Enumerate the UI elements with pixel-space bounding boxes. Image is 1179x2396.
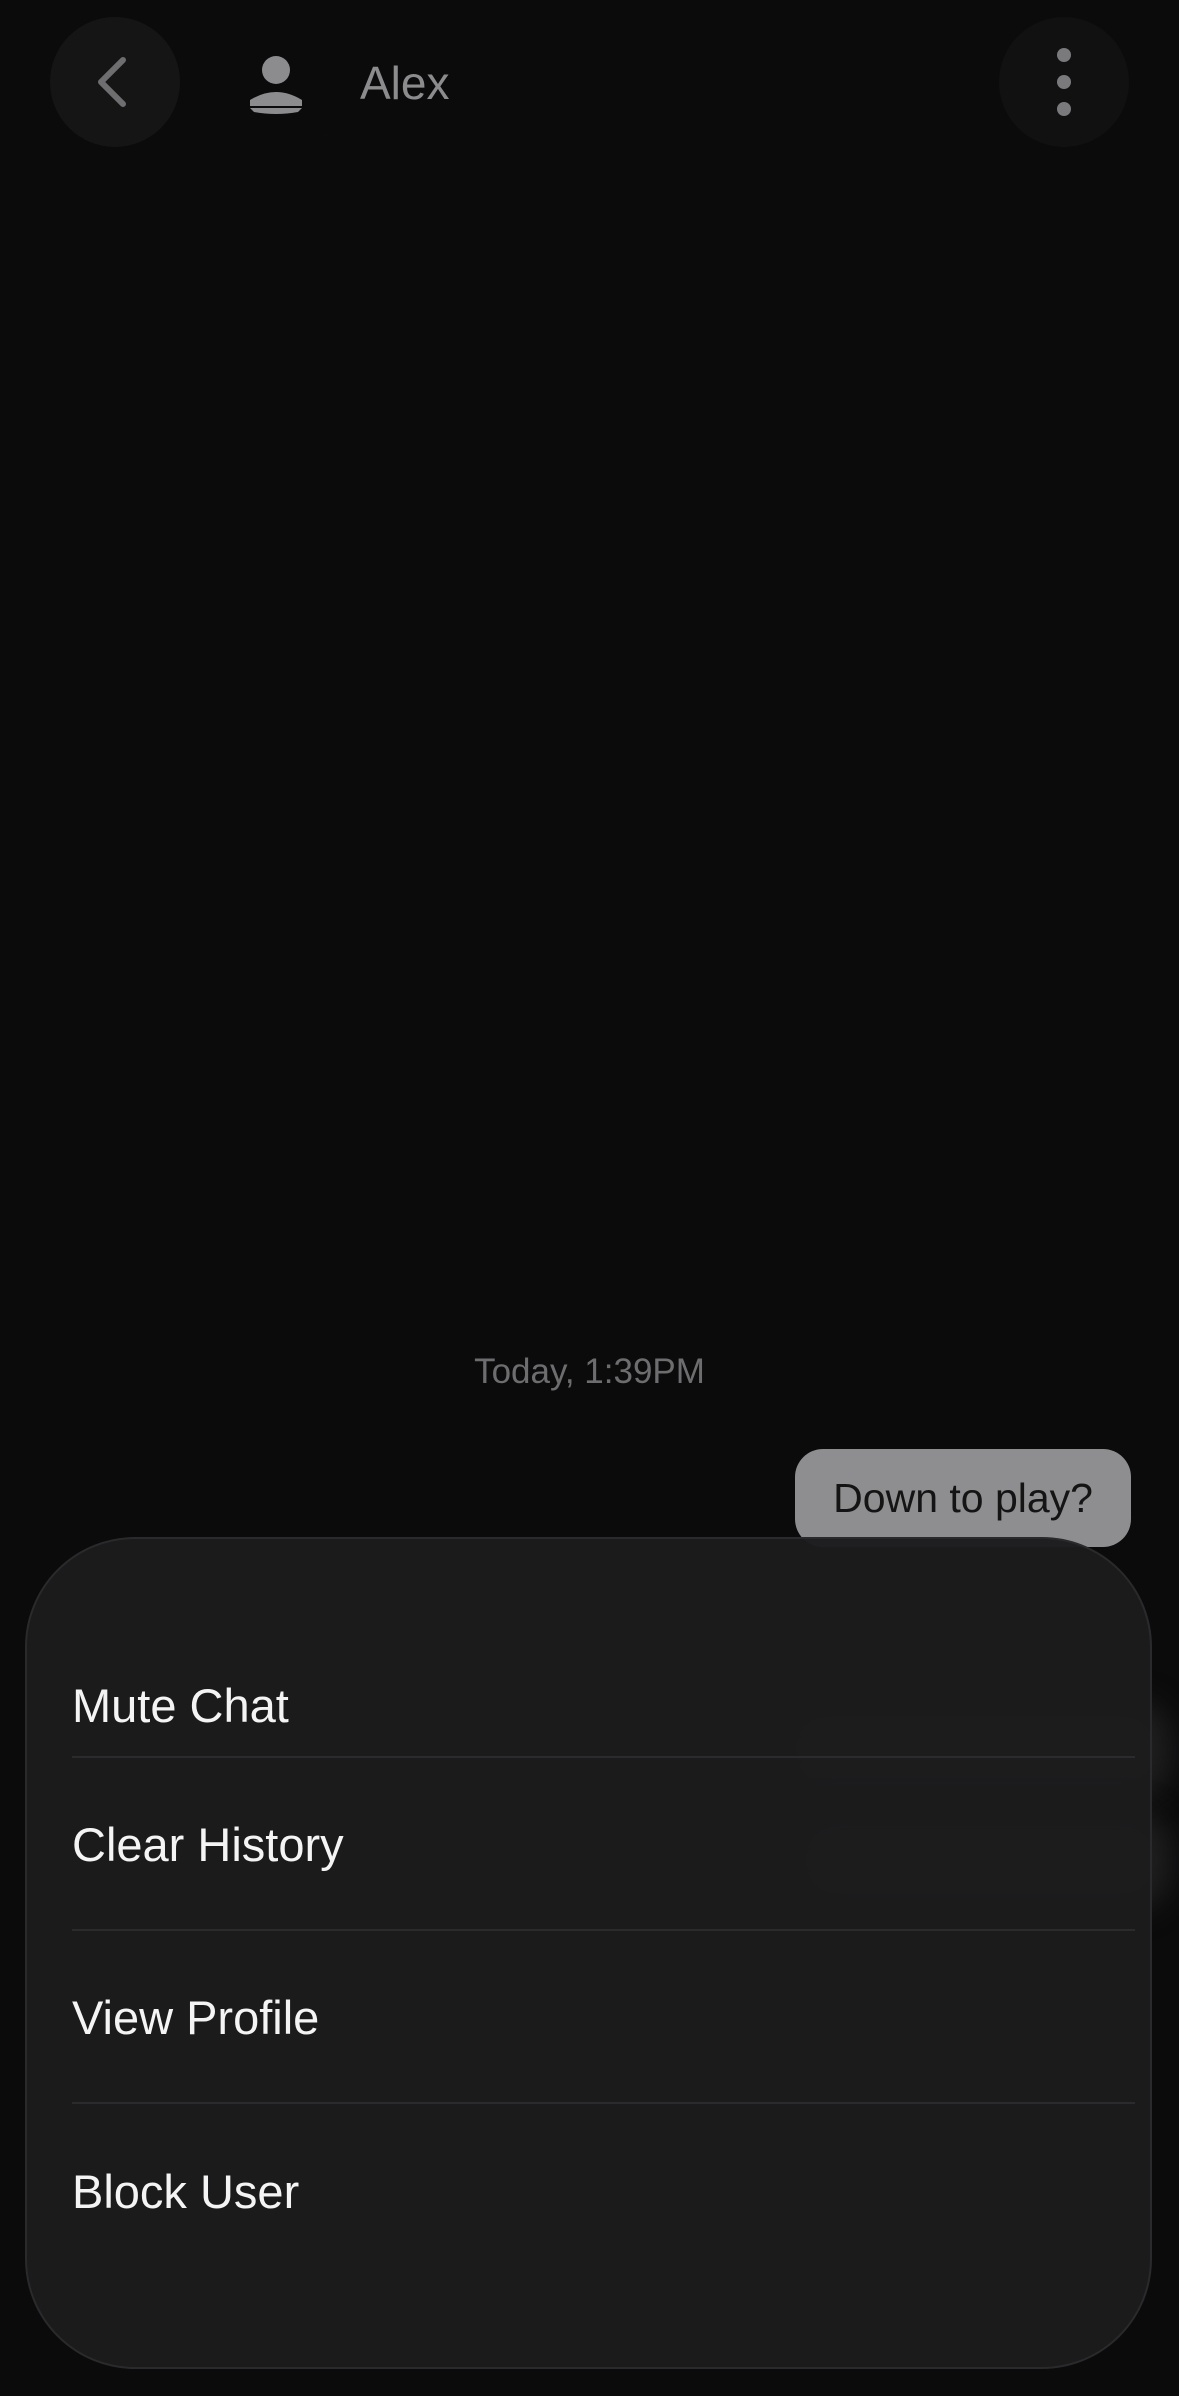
option-label: View Profile xyxy=(72,1991,320,2044)
chat-options-sheet: Mute Chat Clear History View Profile Blo… xyxy=(25,1537,1152,2369)
back-button[interactable] xyxy=(50,17,180,147)
vertical-ellipsis-icon xyxy=(1057,48,1071,116)
contact-name[interactable]: Alex xyxy=(360,50,449,116)
moon-icon xyxy=(304,114,330,139)
more-options-button[interactable] xyxy=(999,17,1129,147)
option-label: Clear History xyxy=(72,1818,344,1871)
chat-header: Alex xyxy=(0,0,1179,170)
block-user-option[interactable]: Block User xyxy=(72,2105,1135,2278)
option-label: Mute Chat xyxy=(72,1679,289,1732)
message-timestamp: Today, 1:39PM xyxy=(474,1352,705,1391)
avatar[interactable] xyxy=(228,40,338,150)
view-profile-option[interactable]: View Profile xyxy=(72,1931,1135,2104)
message-bubble-outgoing[interactable]: Down to play? xyxy=(795,1449,1131,1547)
chevron-left-icon xyxy=(98,57,126,107)
clear-history-option[interactable]: Clear History xyxy=(72,1758,1135,1931)
option-label: Block User xyxy=(72,2165,300,2218)
divider xyxy=(72,2102,1135,2104)
chat-screen: Alex Today, 1:39PM Down to play? Mute Ch… xyxy=(0,0,1179,2396)
message-text: Down to play? xyxy=(833,1474,1093,1521)
